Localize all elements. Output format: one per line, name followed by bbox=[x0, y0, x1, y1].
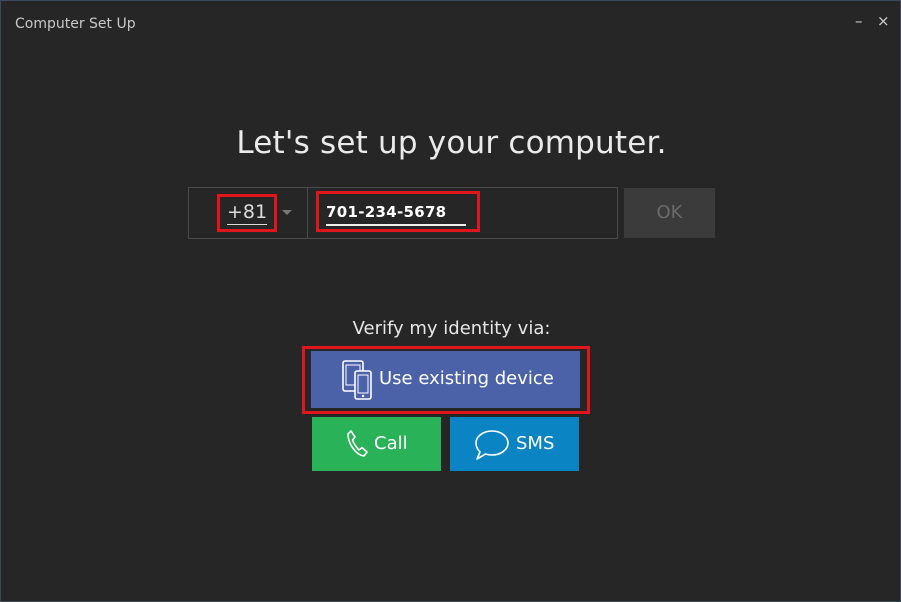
chevron-down-icon bbox=[282, 210, 292, 215]
setup-window: Computer Set Up – × Let's set up your co… bbox=[0, 0, 901, 602]
phone-icon bbox=[345, 429, 369, 463]
use-existing-device-button[interactable]: Use existing device bbox=[311, 351, 580, 408]
verify-label: Verify my identity via: bbox=[352, 318, 551, 339]
devices-icon bbox=[341, 359, 375, 405]
page-heading: Let's set up your computer. bbox=[236, 125, 667, 161]
close-button[interactable]: × bbox=[877, 11, 890, 31]
minimize-button[interactable]: – bbox=[855, 11, 863, 31]
window-title: Computer Set Up bbox=[15, 16, 136, 32]
ok-button[interactable]: OK bbox=[624, 188, 715, 238]
highlight-box-phone-number bbox=[316, 191, 480, 232]
sms-label: SMS bbox=[516, 433, 555, 454]
use-existing-device-label: Use existing device bbox=[379, 368, 554, 389]
highlight-box-country-code bbox=[217, 194, 277, 232]
call-label: Call bbox=[374, 433, 408, 454]
chat-bubble-icon bbox=[473, 428, 511, 466]
call-button[interactable]: Call bbox=[312, 417, 441, 471]
sms-button[interactable]: SMS bbox=[450, 417, 579, 471]
